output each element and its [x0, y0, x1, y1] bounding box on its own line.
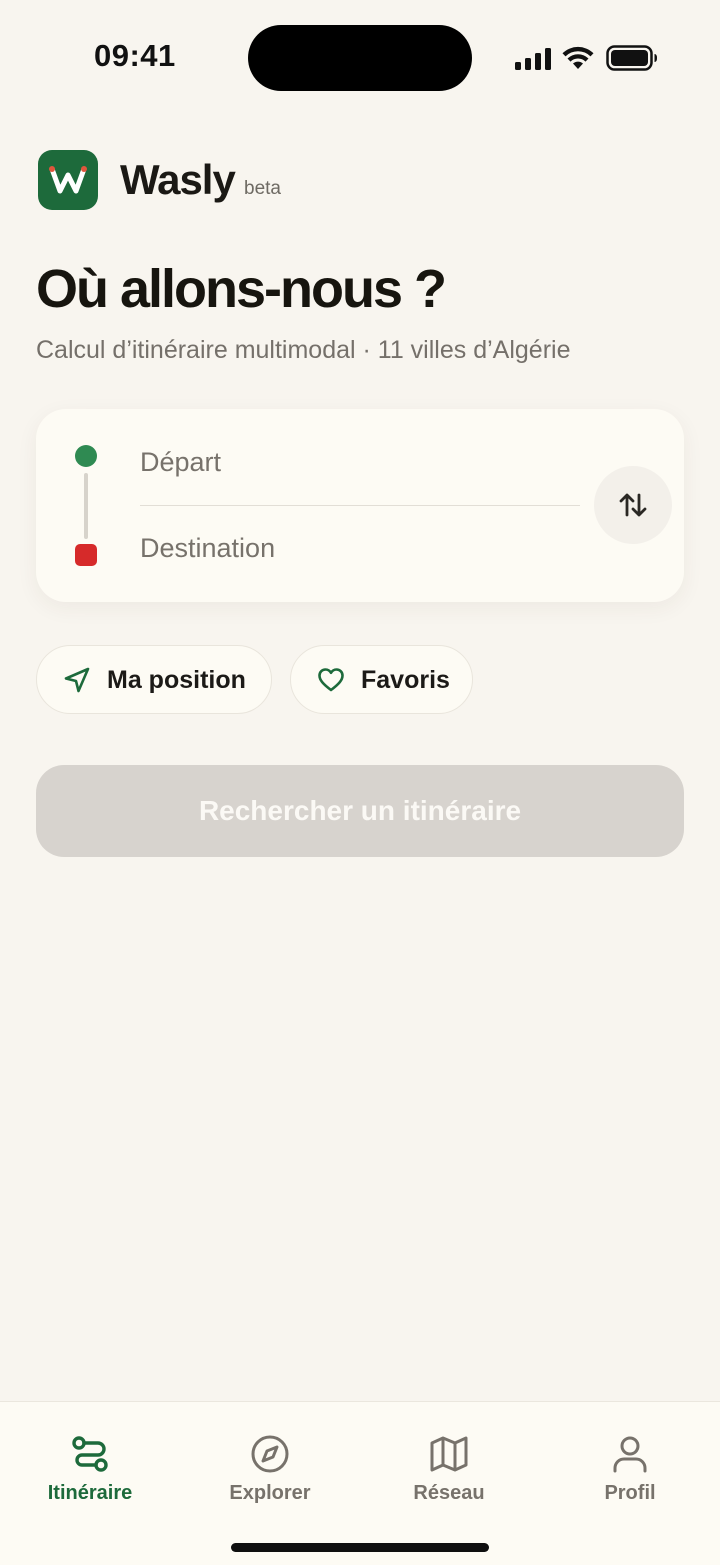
app-logo	[38, 150, 98, 210]
tab-profil[interactable]: Profil	[540, 1432, 720, 1512]
beta-badge: beta	[244, 178, 281, 199]
departure-input[interactable]	[140, 434, 580, 490]
route-connector	[84, 473, 88, 539]
navigation-arrow-icon	[64, 667, 90, 693]
tab-reseau[interactable]: Réseau	[359, 1432, 539, 1512]
battery-icon	[606, 45, 657, 71]
destination-marker-icon	[75, 544, 97, 566]
page-subtitle: Calcul d’itinéraire multimodal · 11 vill…	[36, 336, 571, 364]
destination-input[interactable]	[140, 520, 580, 576]
dynamic-island	[248, 25, 472, 91]
tab-itineraire[interactable]: Itinéraire	[0, 1432, 180, 1512]
bottom-tab-bar: Itinéraire Explorer Réseau Profil	[0, 1401, 720, 1565]
app-name: Wasly	[120, 156, 236, 203]
page-title: Où allons-nous ?	[36, 259, 447, 319]
route-form-card	[36, 409, 684, 602]
departure-marker-icon	[75, 445, 97, 467]
my-position-button[interactable]: Ma position	[36, 645, 272, 714]
heart-icon	[318, 668, 344, 692]
field-divider	[140, 505, 580, 506]
signal-icon	[515, 48, 551, 70]
tab-profil-label: Profil	[604, 1482, 656, 1504]
my-position-label: Ma position	[107, 666, 246, 694]
user-icon	[613, 1436, 647, 1473]
w-logo-icon	[49, 166, 87, 194]
favorites-button[interactable]: Favoris	[290, 645, 473, 714]
tab-reseau-label: Réseau	[413, 1482, 485, 1504]
tab-explorer[interactable]: Explorer	[180, 1432, 360, 1512]
home-indicator[interactable]	[231, 1543, 489, 1552]
favorites-label: Favoris	[361, 666, 450, 694]
swap-vertical-icon	[619, 493, 647, 517]
route-icon	[72, 1436, 108, 1472]
search-route-button[interactable]: Rechercher un itinéraire	[36, 765, 684, 857]
swap-button[interactable]	[594, 466, 672, 544]
status-time: 09:41	[94, 38, 176, 73]
status-bar: 09:41	[0, 0, 720, 116]
tab-itineraire-label: Itinéraire	[47, 1482, 133, 1504]
tab-explorer-label: Explorer	[229, 1482, 311, 1504]
compass-icon	[251, 1435, 289, 1473]
map-icon	[430, 1436, 468, 1472]
wifi-icon	[562, 46, 594, 69]
